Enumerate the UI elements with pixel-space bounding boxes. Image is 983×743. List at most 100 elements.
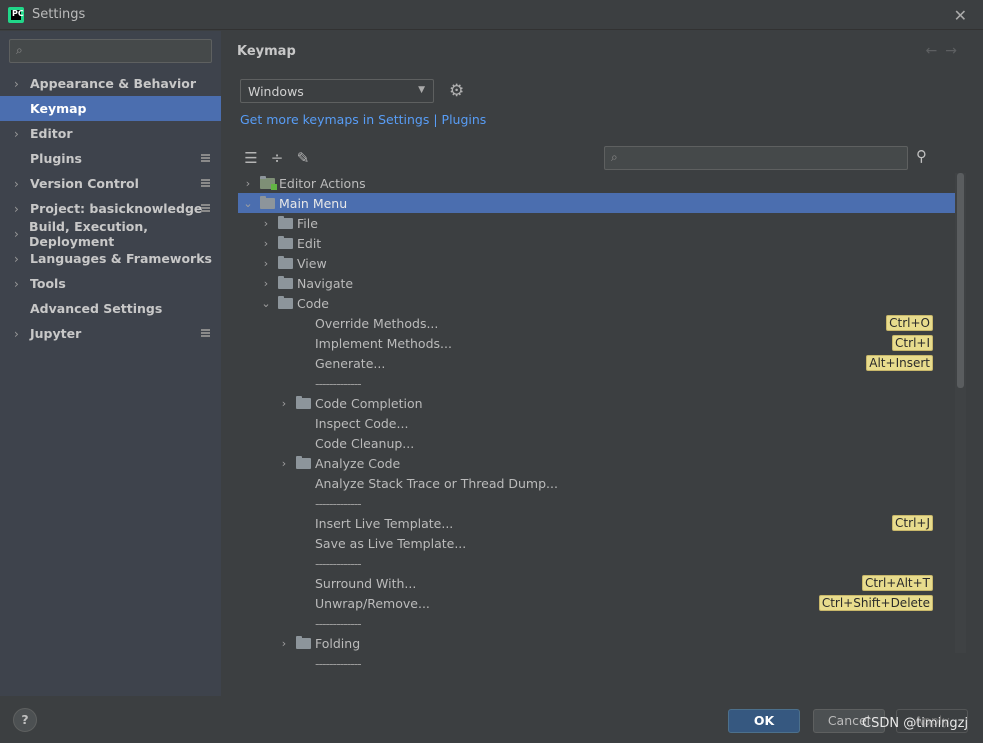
tree-separator: ------------- (238, 493, 950, 513)
chevron-right-icon[interactable]: › (260, 277, 272, 290)
chevron-right-icon[interactable]: › (242, 177, 254, 190)
sidebar-item[interactable]: › Build, Execution, Deployment (0, 218, 221, 249)
tree-row[interactable]: Insert Live Template... Ctrl+J (238, 513, 950, 533)
tree-row[interactable]: › Navigate (238, 273, 950, 293)
close-icon[interactable]: ✕ (954, 6, 967, 25)
sidebar-item-label: Build, Execution, Deployment (29, 218, 148, 249)
tree-row[interactable]: › File (238, 213, 950, 233)
shortcut-badge: Ctrl+Alt+T (861, 575, 933, 591)
keymap-tree: › Editor Actions ⌄ Main Menu › File › Edit › View… (238, 173, 966, 673)
tree-row[interactable]: › Editor Actions (238, 173, 950, 193)
chevron-right-icon[interactable]: › (14, 77, 26, 91)
tree-row-label: Editor Actions (279, 175, 366, 191)
find-by-shortcut-icon[interactable]: ⚲ (916, 147, 927, 165)
back-arrow-icon[interactable]: ← (926, 43, 946, 59)
chevron-right-icon[interactable]: › (14, 127, 26, 141)
chevron-right-icon[interactable]: › (14, 177, 26, 191)
tree-row[interactable]: Code Cleanup... (238, 433, 950, 453)
sidebar-item-label: Keymap (30, 101, 87, 116)
folder-icon (278, 295, 293, 309)
chevron-down-icon[interactable]: ⌄ (242, 197, 254, 210)
keymap-dropdown[interactable]: Windows ▼ (240, 79, 434, 103)
sidebar-item[interactable]: Advanced Settings (0, 296, 221, 321)
apply-button[interactable]: Apply (896, 709, 968, 733)
help-button[interactable]: ? (13, 708, 37, 732)
tree-row[interactable]: ⌄ Main Menu (238, 193, 966, 213)
tree-row-label: ------------- (315, 615, 362, 631)
sidebar-item[interactable]: › Jupyter (0, 321, 221, 346)
settings-sidebar: ⌕ › Appearance & Behavior Keymap › Editor Plu… (0, 31, 221, 696)
tree-row-label: Analyze Code (315, 455, 401, 471)
sidebar-item[interactable]: › Editor (0, 121, 221, 146)
tree-row[interactable]: Unwrap/Remove... Ctrl+Shift+Delete (238, 593, 950, 613)
action-search-input[interactable]: ⌕ (604, 146, 908, 170)
tree-row[interactable]: Implement Methods... Ctrl+I (238, 333, 950, 353)
tree-row[interactable]: Save as Live Template... (238, 533, 950, 553)
tree-row-label: Save as Live Template... (315, 535, 467, 551)
sidebar-item-label: Plugins (30, 151, 82, 166)
project-level-icon (201, 204, 210, 212)
tree-row-label: Code Completion (315, 395, 423, 411)
keymap-panel: Keymap ←→ Windows ▼ ⚙ Get more keymaps i… (221, 31, 983, 696)
gear-icon[interactable]: ⚙ (449, 81, 464, 101)
chevron-right-icon[interactable]: › (14, 202, 26, 216)
tree-separator: ------------- (238, 373, 950, 393)
tree-row-label: Folding (315, 635, 361, 651)
tree-row[interactable]: › Code Completion (238, 393, 950, 413)
tree-row[interactable]: Generate... Alt+Insert (238, 353, 950, 373)
editor-actions-folder-icon (260, 175, 277, 190)
ok-button[interactable]: OK (728, 709, 800, 733)
shortcut-badge: Ctrl+J (892, 515, 933, 531)
tree-row[interactable]: › Folding (238, 633, 950, 653)
tree-row[interactable]: › Edit (238, 233, 950, 253)
chevron-right-icon[interactable]: › (278, 637, 290, 650)
sidebar-item-label: Appearance & Behavior (30, 76, 196, 91)
cancel-button[interactable]: Cancel (813, 709, 885, 733)
chevron-down-icon[interactable]: ⌄ (260, 297, 272, 310)
project-level-icon (201, 154, 210, 162)
tree-row-label: Code Cleanup... (315, 435, 415, 451)
tree-row[interactable]: › View (238, 253, 950, 273)
folder-icon (278, 235, 293, 249)
tree-row-label: ------------- (315, 655, 362, 671)
tree-row-label: Main Menu (279, 195, 348, 211)
project-level-icon (201, 179, 210, 187)
sidebar-search-input[interactable]: ⌕ (9, 39, 212, 63)
tree-row-label: Unwrap/Remove... (315, 595, 430, 611)
sidebar-item[interactable]: › Languages & Frameworks (0, 246, 221, 271)
chevron-right-icon[interactable]: › (260, 257, 272, 270)
chevron-right-icon[interactable]: › (278, 397, 290, 410)
tree-row[interactable]: Inspect Code... (238, 413, 950, 433)
tree-toolbar: ☰ ÷ ✎ (243, 149, 311, 167)
chevron-right-icon[interactable]: › (278, 457, 290, 470)
get-more-keymaps-link[interactable]: Get more keymaps in Settings | Plugins (240, 112, 486, 127)
search-icon: ⌕ (16, 43, 23, 57)
tree-row[interactable]: Override Methods... Ctrl+O (238, 313, 950, 333)
chevron-right-icon[interactable]: › (14, 327, 26, 341)
sidebar-item[interactable]: › Appearance & Behavior (0, 71, 221, 96)
chevron-right-icon[interactable]: › (14, 277, 26, 291)
sidebar-item[interactable]: Plugins (0, 146, 221, 171)
sidebar-item[interactable]: › Version Control (0, 171, 221, 196)
tree-row[interactable]: ⌄ Code (238, 293, 950, 313)
tree-row[interactable]: Analyze Stack Trace or Thread Dump... (238, 473, 950, 493)
chevron-right-icon[interactable]: › (14, 252, 26, 266)
tree-row[interactable]: › Analyze Code (238, 453, 950, 473)
tree-row-label: Insert Live Template... (315, 515, 454, 531)
keymap-dropdown-value: Windows (248, 83, 304, 99)
sidebar-item[interactable]: Keymap (0, 96, 221, 121)
shortcut-badge: Ctrl+I (892, 335, 933, 351)
tree-row[interactable]: Surround With... Ctrl+Alt+T (238, 573, 950, 593)
sidebar-item[interactable]: › Tools (0, 271, 221, 296)
tree-scrollbar-thumb[interactable] (957, 173, 964, 388)
chevron-right-icon[interactable]: › (14, 227, 25, 241)
page-title: Keymap (237, 44, 296, 59)
tree-row-label: Analyze Stack Trace or Thread Dump... (315, 475, 558, 491)
chevron-right-icon[interactable]: › (260, 217, 272, 230)
edit-pencil-icon[interactable]: ✎ (295, 149, 311, 167)
collapse-all-icon[interactable]: ÷ (269, 149, 285, 167)
expand-all-icon[interactable]: ☰ (243, 149, 259, 167)
chevron-right-icon[interactable]: › (260, 237, 272, 250)
sidebar-item[interactable]: › Project: basicknowledge (0, 196, 221, 221)
forward-arrow-icon[interactable]: → (945, 43, 965, 59)
